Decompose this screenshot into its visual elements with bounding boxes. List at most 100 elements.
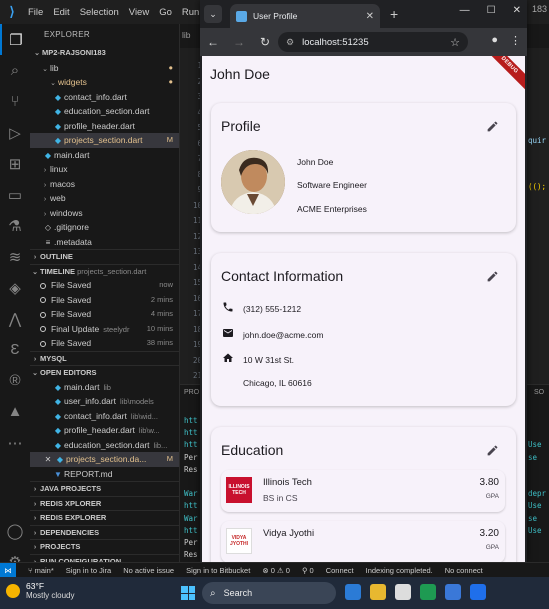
open-editors-section[interactable]: ⌄ OPEN EDITORS (30, 365, 179, 380)
issue-status[interactable]: No active issue (123, 566, 174, 575)
tree-item-main[interactable]: ◆ main.dart (30, 148, 179, 163)
tree-item-contact-info[interactable]: ◆ contact_info.dart (30, 90, 179, 105)
problems-status[interactable]: ⊗ 0 ⚠ 0 (262, 566, 290, 575)
close-tab-icon[interactable]: ✕ (366, 11, 374, 22)
menu-run[interactable]: Run (182, 7, 199, 18)
redis-explorer-section[interactable]: › REDIS EXPLORER (30, 510, 179, 525)
menu-file[interactable]: File (28, 7, 43, 18)
browser-menu-icon[interactable]: ⋮ (510, 34, 521, 47)
tree-item-profile-header[interactable]: ◆ profile_header.dart (30, 119, 179, 134)
no-connection-status[interactable]: No connect (445, 566, 483, 575)
mysql-section[interactable]: › MYSQL (30, 350, 179, 366)
app-icon[interactable] (470, 584, 486, 600)
tree-item-widgets[interactable]: ⌄ widgets ● (30, 75, 179, 90)
run-debug-icon[interactable]: ▷ (0, 117, 30, 148)
chrome-icon[interactable] (420, 584, 436, 600)
edit-education-pencil-icon[interactable] (486, 444, 500, 458)
menu-selection[interactable]: Selection (80, 7, 119, 18)
more-icon[interactable]: ⋯ (0, 427, 30, 458)
tree-item-projects-section[interactable]: ◆ projects_section.dart M (30, 133, 179, 148)
edge-icon[interactable] (345, 584, 361, 600)
back-arrow-icon[interactable]: ← (206, 35, 220, 49)
reload-icon[interactable]: ↻ (258, 35, 272, 49)
remote-explorer-icon[interactable]: ▭ (0, 179, 30, 210)
tree-item-linux[interactable]: › linux (30, 162, 179, 177)
terminal-line: se (528, 513, 538, 523)
bitbucket-status[interactable]: Sign in to Bitbucket (186, 566, 250, 575)
deploy-icon[interactable]: ▲ (0, 396, 30, 427)
open-editor-item-active[interactable]: ✕ ◆ projects_section.da... M (30, 452, 179, 467)
bookmark-star-icon[interactable]: ☆ (450, 36, 460, 49)
address-bar[interactable]: ⚙ localhost:51235 ☆ (278, 32, 468, 52)
edit-profile-pencil-icon[interactable] (486, 120, 500, 134)
menu-view[interactable]: View (129, 7, 149, 18)
open-editor-item[interactable]: ◆ user_info.dart lib\models (30, 394, 179, 409)
open-editor-item[interactable]: ◆ contact_info.dart lib\wid... (30, 409, 179, 424)
redis-xplorer-section[interactable]: › REDIS XPLORER (30, 495, 179, 511)
minimize-icon[interactable]: — (460, 5, 470, 16)
explorer-icon[interactable]: ❐ (0, 24, 30, 55)
open-editor-item[interactable]: ◆ education_section.dart lib... (30, 438, 179, 453)
file-explorer-icon[interactable] (370, 584, 386, 600)
python-icon[interactable]: ◈ (0, 272, 30, 303)
tree-item-lib[interactable]: ⌄ lib ● (30, 61, 179, 76)
ide-icon[interactable]: Ɛ (0, 334, 30, 365)
site-info-icon[interactable]: ⚙ (286, 37, 294, 48)
open-editor-item[interactable]: ◆ main.dart lib (30, 380, 179, 395)
profile-avatar-icon[interactable]: ● (491, 34, 498, 47)
timeline-item[interactable]: File Saved now (30, 278, 179, 293)
source-control-icon[interactable]: ⑂ (0, 86, 30, 117)
tree-item-gitignore[interactable]: ◇ .gitignore (30, 220, 179, 235)
maximize-icon[interactable]: ☐ (487, 5, 496, 16)
java-projects-section[interactable]: › JAVA PROJECTS (30, 481, 179, 496)
extensions-icon[interactable]: ⊞ (0, 148, 30, 179)
close-icon[interactable]: ✕ (42, 453, 54, 467)
open-editor-item[interactable]: ▼ REPORT.md (30, 467, 179, 482)
redis-icon[interactable]: ® (0, 365, 30, 396)
tab-search-chevron-icon[interactable]: ⌄ (204, 5, 222, 23)
dependencies-section[interactable]: › DEPENDENCIES (30, 524, 179, 540)
tree-item-macos[interactable]: › macos (30, 177, 179, 192)
atlassian-icon[interactable]: ⋀ (0, 303, 30, 334)
open-editor-item[interactable]: ◆ profile_header.dart lib\w... (30, 423, 179, 438)
contact-phone-row[interactable]: (312) 555-1212 (221, 301, 301, 316)
tree-item-windows[interactable]: › windows (30, 206, 179, 221)
ports-status[interactable]: ⚲ 0 (302, 566, 314, 575)
branch-status[interactable]: ⑂ main* (28, 566, 54, 575)
windows-start-icon[interactable] (181, 586, 195, 600)
tree-item-web[interactable]: › web (30, 191, 179, 206)
edit-contact-pencil-icon[interactable] (486, 270, 500, 284)
projects-section[interactable]: › PROJECTS (30, 539, 179, 554)
education-item[interactable]: VIDYA JYOTHI Vidya Jyothi 3.20 GPA (221, 521, 505, 562)
testing-icon[interactable]: ⚗ (0, 210, 30, 241)
jira-status[interactable]: Sign in to Jira (66, 566, 111, 575)
database-icon[interactable]: ≋ (0, 241, 30, 272)
remote-indicator-icon[interactable]: ⋈ (0, 563, 16, 577)
weather-widget[interactable]: 63°F Mostly cloudy (6, 581, 74, 600)
timeline-item[interactable]: File Saved 2 mins (30, 293, 179, 308)
forward-arrow-icon[interactable]: → (232, 35, 246, 49)
connect-status[interactable]: Connect (326, 566, 354, 575)
tree-item-metadata[interactable]: ≡ .metadata (30, 235, 179, 250)
menu-edit[interactable]: Edit (53, 7, 69, 18)
timeline-item[interactable]: File Saved 4 mins (30, 307, 179, 322)
outline-section[interactable]: › OUTLINE (30, 249, 179, 264)
account-icon[interactable]: ◯ (0, 515, 30, 546)
browser-tab[interactable]: User Profile ✕ (230, 4, 380, 28)
menu-go[interactable]: Go (159, 7, 172, 18)
timeline-section[interactable]: ⌄ TIMELINE projects_section.dart (30, 263, 179, 279)
contact-address-row[interactable]: 10 W 31st St. (221, 352, 294, 367)
search-icon[interactable]: ⌕ (0, 55, 30, 86)
timeline-item[interactable]: File Saved 38 mins (30, 336, 179, 351)
dell-icon[interactable] (395, 584, 411, 600)
contact-email-row[interactable]: john.doe@acme.com (221, 327, 323, 342)
close-window-icon[interactable]: ✕ (513, 5, 521, 16)
panel-tab-right[interactable]: SO (530, 385, 548, 400)
project-root[interactable]: ⌄ MP2-RAJSONI183 (30, 46, 179, 61)
timeline-item[interactable]: Final Update steelydr 10 mins (30, 322, 179, 337)
new-tab-icon[interactable]: + (390, 6, 398, 22)
taskbar-search[interactable]: ⌕ Search (202, 582, 336, 604)
vscode-taskbar-icon[interactable] (445, 584, 461, 600)
tree-item-education-section[interactable]: ◆ education_section.dart (30, 104, 179, 119)
education-item[interactable]: ILLINOIS TECH Illinois Tech BS in CS 3.8… (221, 470, 505, 512)
